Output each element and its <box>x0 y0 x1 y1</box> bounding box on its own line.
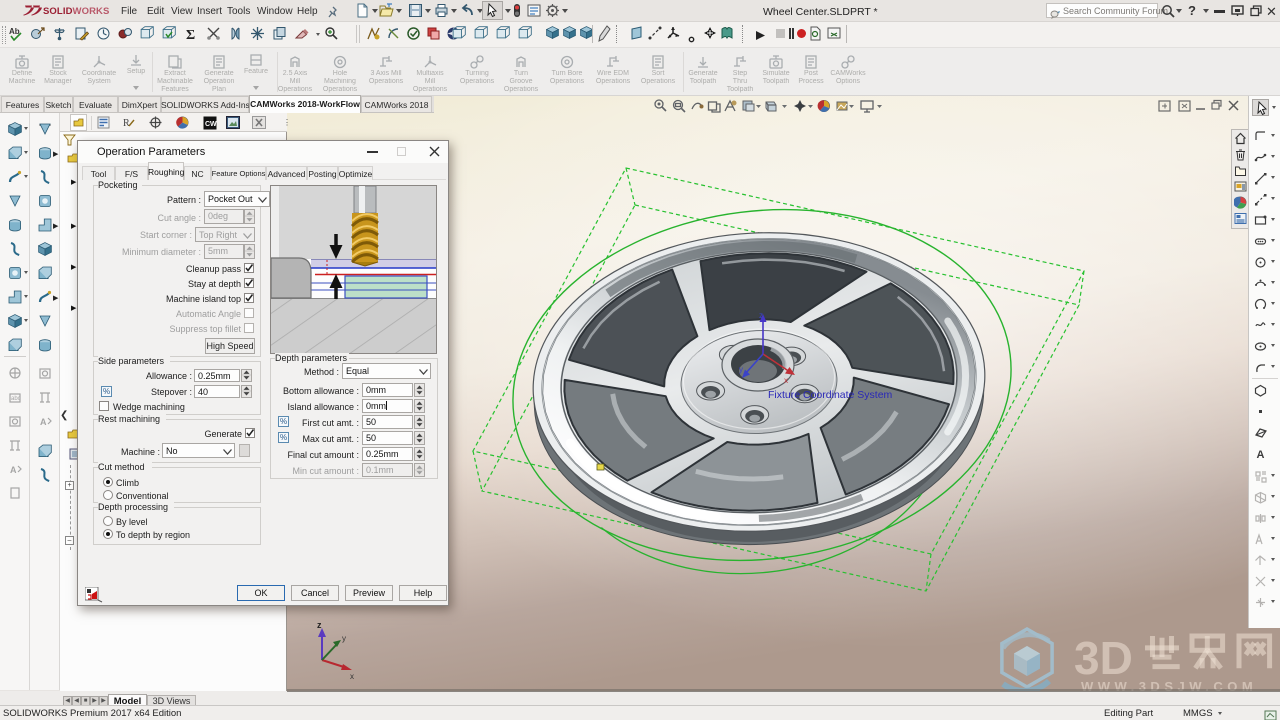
svg-text:Fixture Coordinate System: Fixture Coordinate System <box>768 389 893 401</box>
svg-text:x: x <box>784 376 788 385</box>
svg-text:3D: 3D <box>1074 632 1133 684</box>
svg-text:A: A <box>40 417 47 427</box>
svg-text:R: R <box>123 118 130 129</box>
svg-text:Ab: Ab <box>9 27 20 36</box>
svg-text:y: y <box>342 634 346 643</box>
svg-text:Σ: Σ <box>186 28 195 41</box>
svg-text:x: x <box>350 672 354 681</box>
svg-text:CW: CW <box>205 121 217 128</box>
svg-text:A: A <box>1257 449 1265 460</box>
svg-text:y: y <box>739 365 743 374</box>
svg-text:z: z <box>317 620 322 630</box>
svg-text:abc: abc <box>11 396 21 402</box>
svg-text:z: z <box>759 311 763 320</box>
svg-text:A: A <box>10 465 17 475</box>
